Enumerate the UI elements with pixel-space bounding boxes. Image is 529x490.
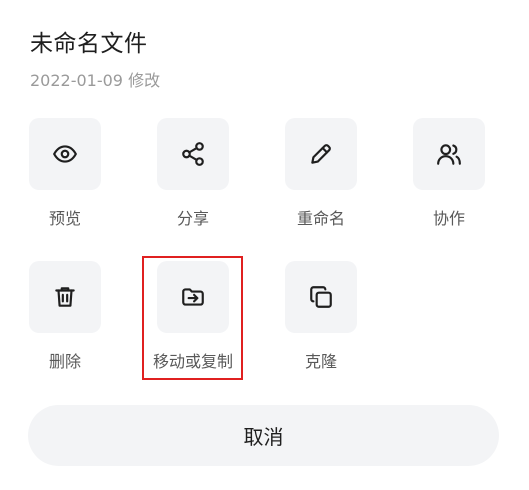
move-or-copy-button[interactable] [157, 261, 229, 333]
action-rename[interactable]: 重命名 [261, 118, 381, 229]
share-button[interactable] [157, 118, 229, 190]
users-icon [437, 144, 461, 165]
share-icon [182, 142, 204, 166]
delete-button[interactable] [29, 261, 101, 333]
eye-icon [53, 145, 77, 163]
preview-button[interactable] [29, 118, 101, 190]
folder-move-icon [182, 288, 204, 306]
action-delete[interactable]: 删除 [5, 261, 125, 372]
action-label: 分享 [176, 209, 209, 228]
cancel-button[interactable]: 取消 [28, 405, 499, 466]
collaborate-button[interactable] [413, 118, 485, 190]
action-preview[interactable]: 预览 [5, 118, 125, 229]
copy-icon [310, 286, 332, 308]
action-label: 预览 [48, 209, 81, 228]
action-share[interactable]: 分享 [133, 118, 253, 229]
rename-button[interactable] [285, 118, 357, 190]
action-clone[interactable]: 克隆 [261, 261, 381, 372]
action-label: 克隆 [304, 352, 337, 371]
action-collaborate[interactable]: 协作 [389, 118, 509, 229]
action-label: 协作 [432, 209, 465, 228]
action-move-or-copy[interactable]: 移动或复制 [133, 261, 253, 372]
action-grid: 预览 分享 重命名 协作 删除 移动或复制 克隆 [0, 0, 529, 400]
action-label: 移动或复制 [152, 352, 233, 371]
action-label: 删除 [48, 352, 81, 371]
trash-icon [55, 287, 75, 307]
pencil-icon [311, 144, 331, 164]
action-label: 重命名 [296, 209, 345, 228]
clone-button[interactable] [285, 261, 357, 333]
